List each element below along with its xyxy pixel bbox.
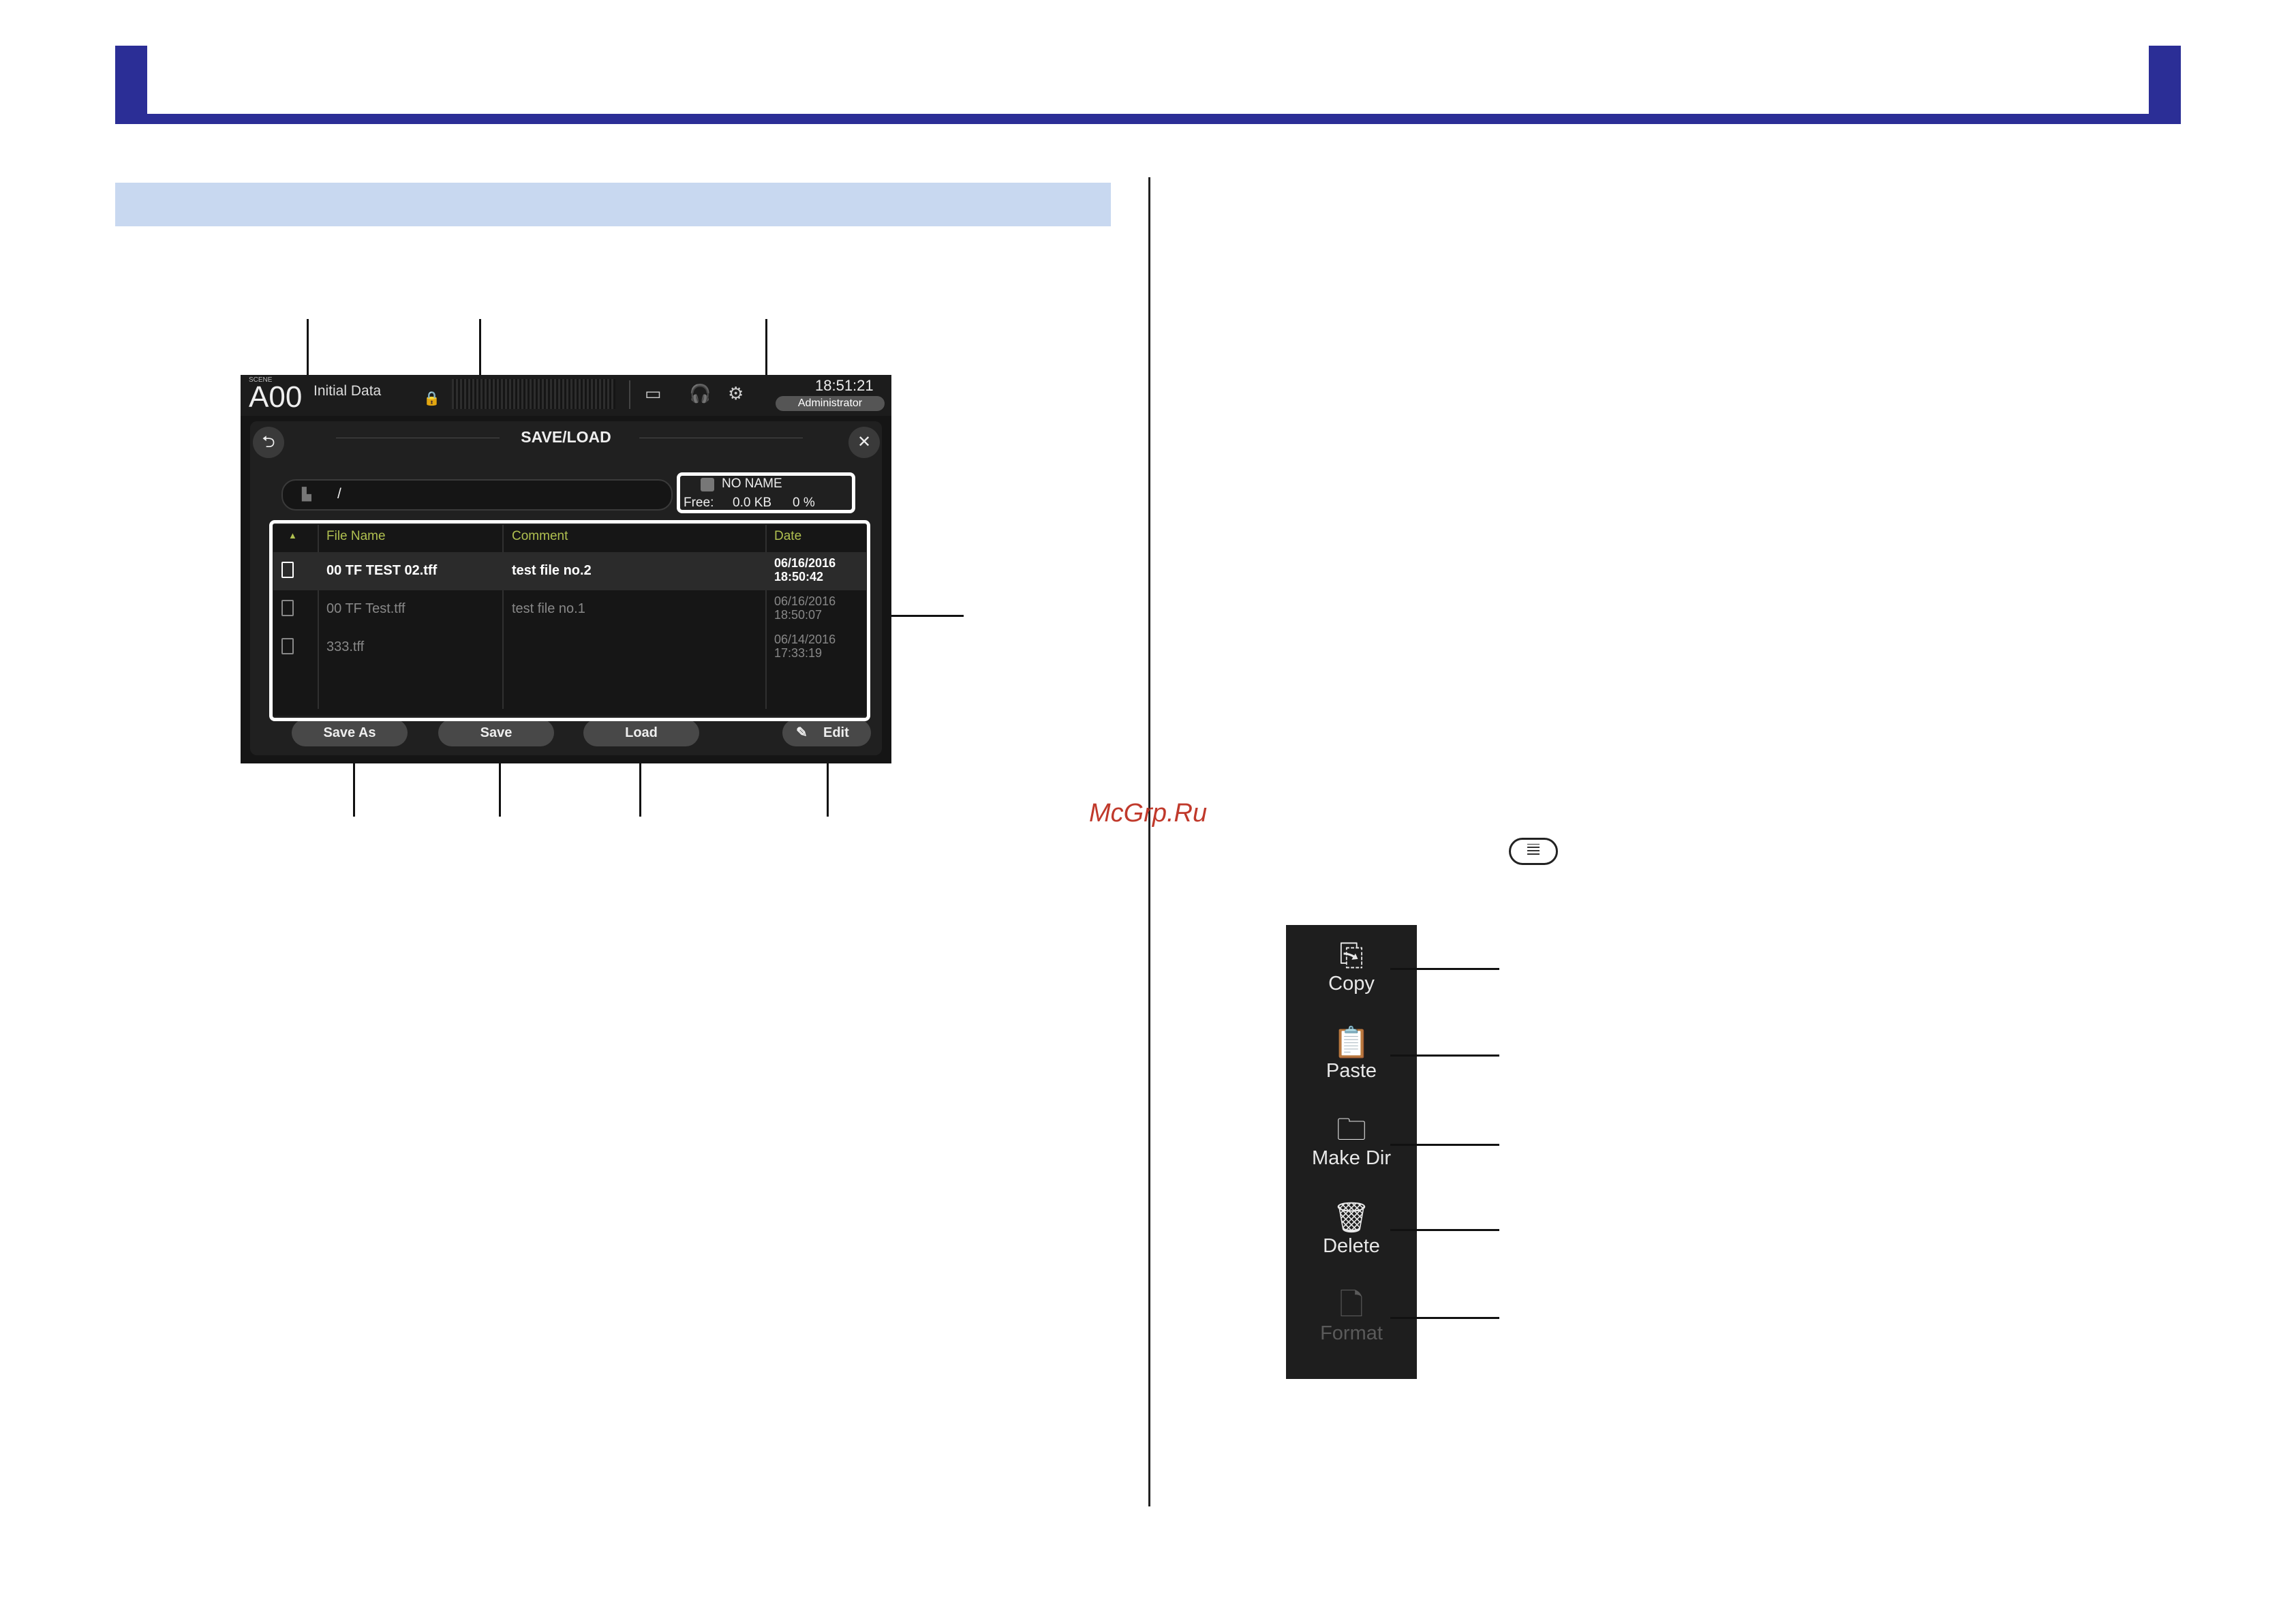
headphones-icon[interactable]: 🎧 [689, 383, 711, 404]
panel-title: SAVE/LOAD [521, 428, 611, 446]
save-as-button[interactable]: Save As [292, 719, 408, 746]
make-dir-icon: 🗀 [1336, 1113, 1366, 1147]
user-badge[interactable]: Administrator [776, 396, 885, 411]
folder-icon: ▙ [302, 487, 311, 501]
menu-item-label: Paste [1326, 1060, 1377, 1082]
header-banner-bar [115, 114, 2181, 124]
callout-line-paste [1390, 1055, 1499, 1057]
lock-icon[interactable]: 🔒 [423, 390, 440, 407]
gear-icon[interactable]: ⚙ [728, 383, 744, 404]
menu-item-label: Copy [1328, 973, 1375, 995]
scene-name[interactable]: Initial Data [313, 383, 381, 399]
header-banner-left [115, 46, 147, 124]
level-meters[interactable] [452, 379, 615, 409]
edit-button[interactable]: ✎ Edit [782, 719, 871, 746]
callout-line-format [1390, 1317, 1499, 1319]
load-button[interactable]: Load [583, 719, 699, 746]
menu-item-make-dir[interactable]: 🗀 Make Dir [1286, 1113, 1417, 1170]
menu-item-label: Delete [1323, 1235, 1380, 1257]
clock-time: 18:51:21 [815, 377, 874, 394]
meter-separator [629, 380, 630, 409]
menu-icon [1527, 844, 1540, 855]
column-divider [1148, 177, 1150, 1506]
directory-path-field[interactable]: ▙ / [281, 479, 673, 511]
scene-number[interactable]: A00 [249, 380, 302, 414]
save-load-screenshot: SCENE A00 Initial Data 🔒 ▭ 🎧 ⚙ 18:51:21 … [241, 375, 891, 763]
callout-line-make-dir [1390, 1144, 1499, 1146]
callout-line-delete [1390, 1229, 1499, 1231]
edit-menu: ⎘ Copy 📋 Paste 🗀 Make Dir 🗑 Delete 🗋 For… [1286, 925, 1417, 1379]
menu-item-copy[interactable]: ⎘ Copy [1286, 939, 1417, 995]
directory-path: / [337, 486, 341, 502]
menu-item-label: Format [1320, 1322, 1383, 1344]
edit-button-label: Edit [823, 725, 849, 740]
watermark: McGrp.Ru [1089, 799, 1208, 828]
callout-box-file-list [269, 520, 870, 721]
callout-box-media [677, 472, 855, 513]
header-banner-right [2149, 46, 2181, 124]
pencil-icon: ✎ [796, 725, 808, 740]
callout-line-copy [1390, 968, 1499, 970]
save-button[interactable]: Save [438, 719, 554, 746]
recorder-icon[interactable]: ▭ [645, 383, 662, 404]
section-heading-bar [115, 183, 1111, 226]
menu-item-label: Make Dir [1311, 1147, 1391, 1169]
